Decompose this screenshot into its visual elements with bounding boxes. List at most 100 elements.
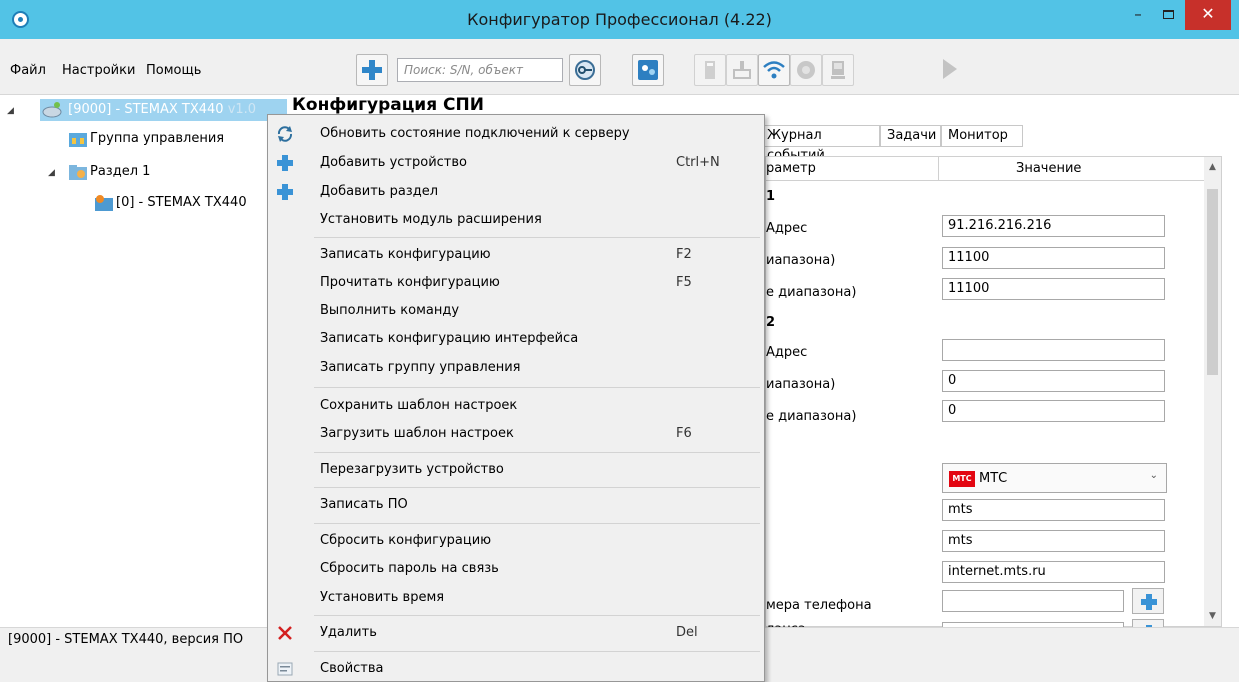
tree-item-device[interactable]: [0] - STEMAX TX440	[94, 192, 247, 214]
menu-item-label: Добавить раздел	[320, 184, 438, 199]
value-field[interactable]: mts	[942, 499, 1165, 521]
grid-param-label: мера телефона	[766, 598, 872, 613]
menu-item-label: Выполнить команду	[320, 303, 460, 318]
menu-help[interactable]: Помощь	[146, 63, 201, 78]
menu-item-shortcut: F2	[676, 247, 692, 262]
wifi-button[interactable]	[758, 54, 790, 86]
menu-separator	[314, 452, 760, 453]
value-field[interactable]: 11100	[942, 247, 1165, 269]
wifi-icon	[763, 61, 785, 79]
menu-item-run-command[interactable]: Выполнить команду	[268, 298, 764, 324]
mts-logo: МТС	[949, 471, 975, 487]
plus-icon	[276, 183, 294, 201]
ethernet-button[interactable]	[726, 54, 758, 86]
plus-icon	[1141, 594, 1157, 610]
column-header-value[interactable]: Значение	[1016, 161, 1081, 176]
users-button[interactable]	[632, 54, 664, 86]
menu-item-label: Перезагрузить устройство	[320, 462, 504, 477]
menu-item-install-extension[interactable]: Установить модуль расширения	[268, 207, 764, 233]
add-phone-button[interactable]	[1132, 588, 1164, 614]
delete-icon	[276, 624, 294, 642]
tree-item-section[interactable]: Раздел 1	[68, 161, 150, 183]
tree-item-root[interactable]: [9000] - STEMAX TX440 v1.0	[40, 99, 287, 121]
network-button[interactable]	[790, 54, 822, 86]
menu-item-label: Записать конфигурацию	[320, 247, 491, 262]
menu-item-label: Обновить состояние подключений к серверу	[320, 126, 630, 141]
window-title: Конфигуратор Профессионал (4.22)	[467, 10, 772, 29]
menu-item-properties[interactable]: Свойства	[268, 656, 764, 682]
grid-param-label: Адрес	[766, 221, 808, 236]
menu-item-add-section[interactable]: Добавить раздел	[268, 179, 764, 205]
usb-button[interactable]	[694, 54, 726, 86]
vertical-scrollbar[interactable]: ▲ ▼	[1204, 157, 1221, 626]
close-button[interactable]: ✕	[1185, 0, 1231, 30]
tab-event-log[interactable]: Журнал событий	[760, 125, 880, 163]
value-field[interactable]: internet.mts.ru	[942, 561, 1165, 583]
menu-item-set-time[interactable]: Установить время	[268, 585, 764, 611]
value-field[interactable]: 0	[942, 370, 1165, 392]
menu-item-write-control-group[interactable]: Записать группу управления	[268, 355, 764, 381]
menu-item-shortcut: Ctrl+N	[676, 155, 720, 170]
menu-item-label: Прочитать конфигурацию	[320, 275, 500, 290]
run-button[interactable]	[934, 54, 966, 86]
device-button[interactable]	[822, 54, 854, 86]
menu-item-write-config[interactable]: Записать конфигурацию F2	[268, 242, 764, 268]
menu-item-reboot-device[interactable]: Перезагрузить устройство	[268, 457, 764, 483]
menu-item-label: Загрузить шаблон настроек	[320, 426, 514, 441]
menu-item-refresh-connections[interactable]: Обновить состояние подключений к серверу	[268, 121, 764, 147]
grid-group-label: 2	[766, 315, 776, 330]
menu-file[interactable]: Файл	[10, 63, 46, 78]
grid-param-label: иапазона)	[766, 253, 836, 268]
search-input[interactable]: Поиск: S/N, объект	[397, 58, 563, 82]
menu-settings[interactable]: Настройки	[62, 63, 135, 78]
device-icon	[831, 61, 845, 79]
tab-monitor[interactable]: Монитор	[941, 125, 1023, 147]
grid-param-label: иапазона)	[766, 377, 836, 392]
menu-item-label: Установить модуль расширения	[320, 212, 542, 227]
plus-icon	[276, 154, 294, 172]
scrollbar-thumb[interactable]	[1207, 189, 1218, 375]
ethernet-icon	[733, 61, 751, 79]
menu-item-delete[interactable]: Удалить Del	[268, 620, 764, 646]
menu-item-label: Удалить	[320, 625, 377, 640]
menu-item-add-device[interactable]: Добавить устройство Ctrl+N	[268, 150, 764, 176]
expand-arrow-icon[interactable]: ◢	[48, 168, 55, 178]
title-bar: Конфигуратор Профессионал (4.22) – ✕	[0, 0, 1239, 39]
menu-item-load-template[interactable]: Загрузить шаблон настроек F6	[268, 421, 764, 447]
menu-item-write-firmware[interactable]: Записать ПО	[268, 492, 764, 518]
key-icon	[575, 60, 595, 80]
connect-button[interactable]	[569, 54, 601, 86]
menu-item-reset-config[interactable]: Сбросить конфигурацию	[268, 528, 764, 554]
operator-select-value: МТС	[979, 471, 1008, 486]
tree-item-control-group-label: Группа управления	[90, 131, 225, 146]
group-icon	[68, 130, 88, 148]
users-icon	[638, 60, 658, 80]
menu-item-save-template[interactable]: Сохранить шаблон настроек	[268, 393, 764, 419]
tab-tasks[interactable]: Задачи	[880, 125, 941, 147]
play-icon	[943, 59, 957, 79]
menu-item-label: Свойства	[320, 661, 384, 676]
value-field[interactable]: 91.216.216.216	[942, 215, 1165, 237]
column-header-param[interactable]: раметр	[766, 161, 816, 176]
tree-item-control-group[interactable]: Группа управления	[68, 128, 224, 150]
operator-select[interactable]: МТС МТС ⌄	[942, 463, 1167, 493]
scroll-up-icon[interactable]: ▲	[1204, 159, 1221, 175]
value-field[interactable]	[942, 590, 1124, 612]
context-menu: Обновить состояние подключений к серверу…	[267, 114, 765, 682]
menu-item-read-config[interactable]: Прочитать конфигурацию F5	[268, 270, 764, 296]
maximize-button[interactable]	[1153, 0, 1183, 30]
chevron-down-icon: ⌄	[1149, 470, 1158, 481]
expand-arrow-icon[interactable]: ◢	[7, 106, 14, 116]
add-button[interactable]	[356, 54, 388, 86]
menu-separator	[314, 651, 760, 652]
minimize-button[interactable]: –	[1123, 0, 1153, 30]
menu-item-reset-password[interactable]: Сбросить пароль на связь	[268, 556, 764, 582]
value-field[interactable]: 11100	[942, 278, 1165, 300]
menu-item-write-interface-config[interactable]: Записать конфигурацию интерфейса	[268, 326, 764, 352]
grid-param-label: е диапазона)	[766, 285, 857, 300]
value-field[interactable]: mts	[942, 530, 1165, 552]
value-field[interactable]	[942, 339, 1165, 361]
menu-item-shortcut: F6	[676, 426, 692, 441]
value-field[interactable]: 0	[942, 400, 1165, 422]
scroll-down-icon[interactable]: ▼	[1204, 608, 1221, 624]
